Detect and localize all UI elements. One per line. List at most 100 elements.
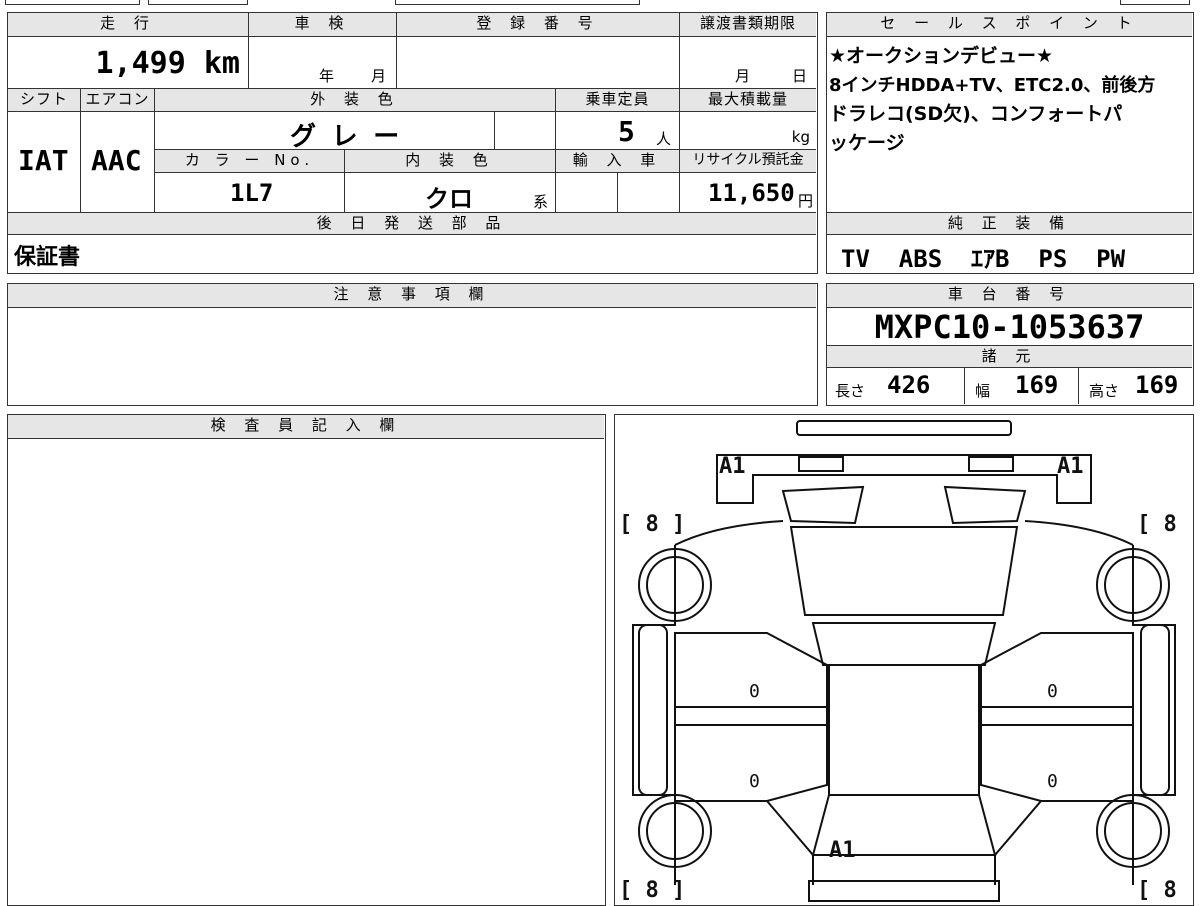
car-diagram-box: A1 A1 A1 [ 8 ] [ 8 ] [ 8 ] [ 8 ] 0 0 0 0 (614, 414, 1194, 906)
rear-quarter-right-shape (994, 800, 1042, 885)
mileage-value: 1,499 km (95, 46, 241, 81)
capacity-cell: 5 人 (556, 112, 680, 150)
import-car-header: 輸 入 車 (556, 150, 680, 173)
notes-box: 注 意 事 項 欄 (7, 283, 818, 406)
mark-front-right: A1 (1057, 454, 1084, 479)
transfer-deadline-header: 譲渡書類期限 (680, 13, 816, 37)
headlight-right-shape (968, 456, 1014, 472)
ac-cell: AAC (81, 112, 155, 212)
width-label: 幅 (975, 382, 991, 400)
later-parts-header: 後 日 発 送 部 品 (8, 212, 816, 235)
registration-cell (397, 37, 680, 89)
shift-value: IAT (18, 144, 69, 177)
door-rl-mark: 0 (749, 771, 760, 792)
rear-bumper-shape (808, 880, 1000, 902)
sill-left-shape (638, 624, 668, 796)
roof-front-shape (811, 622, 997, 666)
shift-header: シフト (8, 89, 81, 112)
sales-line: ★オークションデビュー★ (829, 45, 1054, 67)
chassis-number-value: MXPC10-1053637 (874, 308, 1145, 346)
color-number-header: カ ラ ー No. (155, 150, 345, 173)
interior-color-value: クロ (425, 185, 473, 213)
headlight-left-shape (798, 456, 844, 472)
equipment-value: TV ABS ｴｱB PS PW (841, 245, 1126, 273)
inspection-year-label: 年 (319, 67, 335, 85)
length-label: 長さ (835, 382, 866, 400)
recycle-deposit-unit: 円 (798, 192, 814, 210)
mileage-cell: 1,499 km (8, 37, 249, 89)
height-cell: 高さ 169 (1079, 368, 1192, 404)
equipment-header: 純 正 装 備 (827, 212, 1192, 235)
top-clipped-strip (0, 0, 1200, 6)
tire-fl-grade: [ 8 ] (619, 512, 685, 537)
rear-quarter-left-shape (766, 800, 814, 885)
width-value: 169 (1015, 371, 1059, 399)
sales-line: ッケージ (829, 132, 905, 154)
transfer-deadline-cell: 月 日 (680, 37, 816, 89)
inspector-box: 検 査 員 記 入 欄 (7, 414, 606, 906)
windshield-shape (789, 526, 1019, 616)
chassis-header: 車 台 番 号 (827, 284, 1192, 308)
sales-line: ドラレコ(SD欠)、コンフォートパ (829, 103, 1123, 125)
transfer-day-label: 日 (792, 67, 808, 85)
max-load-header: 最大積載量 (680, 89, 816, 112)
clipped-cell (148, 0, 248, 5)
inspection-cell: 年 月 (249, 37, 397, 89)
inspection-month-label: 月 (371, 67, 387, 85)
sill-right-shape (1140, 624, 1170, 796)
color-number-value: 1L7 (230, 179, 274, 207)
exterior-color-value: グ レ ー (290, 122, 400, 152)
recycle-deposit-cell: 11,650 円 (680, 173, 816, 212)
notes-header: 注 意 事 項 欄 (8, 284, 816, 308)
fender-right-shape (943, 485, 1027, 525)
ac-value: AAC (91, 144, 142, 177)
tire-fr-grade: [ 8 ] (1137, 512, 1192, 537)
specs-header: 諸 元 (827, 346, 1192, 368)
mileage-header: 走 行 (8, 13, 249, 37)
sales-point-text: ★オークションデビュー★ 8インチHDDA+TV、ETC2.0、前後方 ドラレコ… (829, 42, 1191, 158)
max-load-unit: kg (791, 128, 810, 146)
mark-rear: A1 (829, 838, 856, 863)
interior-color-header: 内 装 色 (345, 150, 556, 173)
inspector-header: 検 査 員 記 入 欄 (8, 415, 604, 439)
exterior-extra-cell (495, 112, 556, 150)
door-fr-mark: 0 (1047, 681, 1058, 702)
later-parts-value: 保証書 (14, 245, 81, 270)
later-parts-cell: 保証書 (8, 235, 816, 272)
width-cell: 幅 169 (965, 368, 1079, 404)
height-value: 169 (1135, 371, 1179, 399)
import-cell-b (618, 173, 680, 212)
body-curve-right-shape (1024, 520, 1134, 546)
body-curve-left-shape (674, 520, 784, 546)
exterior-color-header: 外 装 色 (155, 89, 556, 112)
ac-header: エアコン (81, 89, 155, 112)
mark-front-left: A1 (719, 454, 746, 479)
clipped-cell (395, 0, 640, 5)
door-rr-mark: 0 (1047, 771, 1058, 792)
inspection-header: 車 検 (249, 13, 397, 37)
capacity-unit: 人 (656, 130, 672, 148)
chassis-box: 車 台 番 号 MXPC10-1053637 諸 元 長さ 426 幅 169 … (826, 283, 1194, 406)
import-cell-a (556, 173, 618, 212)
height-label: 高さ (1089, 382, 1120, 400)
length-cell: 長さ 426 (827, 368, 965, 404)
transfer-month-label: 月 (735, 67, 751, 85)
roof-shape (828, 664, 980, 796)
recycle-deposit-header: リサイクル預託金 (680, 150, 816, 173)
car-diagram: A1 A1 A1 [ 8 ] [ 8 ] [ 8 ] [ 8 ] 0 0 0 0 (619, 420, 1192, 903)
equipment-cell: TV ABS ｴｱB PS PW (827, 235, 1192, 273)
front-bumper-shape (796, 420, 1012, 436)
length-value: 426 (887, 371, 931, 399)
color-number-cell: 1L7 (155, 173, 345, 212)
capacity-value: 5 (618, 115, 635, 148)
capacity-header: 乗車定員 (556, 89, 680, 112)
clipped-cell (5, 0, 140, 5)
registration-header: 登 録 番 号 (397, 13, 680, 37)
recycle-deposit-value: 11,650 (708, 179, 795, 207)
max-load-cell: kg (680, 112, 816, 150)
vehicle-info-table: 走 行 車 検 登 録 番 号 譲渡書類期限 1,499 km 年 月 月 日 … (7, 12, 818, 274)
chassis-number-cell: MXPC10-1053637 (827, 308, 1192, 346)
exterior-color-cell: グ レ ー (155, 112, 495, 152)
clipped-cell (1120, 0, 1190, 5)
sales-line: 8インチHDDA+TV、ETC2.0、前後方 (829, 75, 1156, 96)
